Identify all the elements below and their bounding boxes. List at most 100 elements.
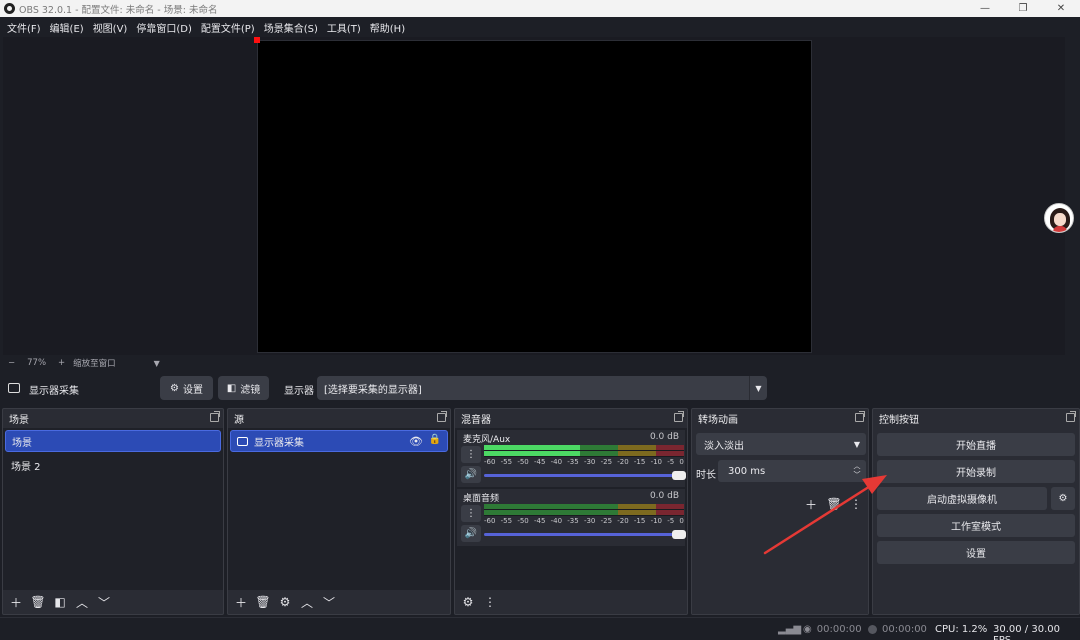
transitions-dock: 转场动画 淡入淡出 ▼ 时长 300 ms ︿ ﹀ ＋ 🗑 ⋮ [691, 408, 869, 615]
volume-slider-handle[interactable] [672, 471, 686, 480]
trash-icon[interactable]: 🗑 [29, 593, 47, 611]
record-dot-icon [868, 625, 877, 634]
kebab-menu-icon[interactable]: ⋮ [461, 446, 481, 463]
mixer-dock-title: 混音器 [461, 414, 491, 426]
lock-icon[interactable]: 🔒 [429, 434, 441, 445]
menu-view[interactable]: 视图(V) [90, 20, 134, 35]
start-virtual-camera-button[interactable]: 启动虚拟摄像机 [877, 487, 1047, 510]
window-title: OBS 32.0.1 - 配置文件: 未命名 - 场景: 未命名 [19, 4, 218, 16]
studio-mode-button[interactable]: 工作室模式 [877, 514, 1075, 537]
menu-docks[interactable]: 停靠窗口(D) [133, 20, 198, 35]
zoom-fit-label[interactable]: 缩放至窗口 [73, 357, 116, 369]
speaker-icon[interactable]: 🔊 [461, 466, 481, 483]
advanced-audio-icon[interactable]: ⚙ [459, 593, 477, 611]
duration-value: 300 ms [728, 465, 766, 477]
speaker-icon[interactable]: 🔊 [461, 525, 481, 542]
start-streaming-button[interactable]: 开始直播 [877, 433, 1075, 456]
scenes-dock: 场景 场景 场景 2 ＋ 🗑 ◧ ︿ ﹀ [2, 408, 224, 615]
menu-help[interactable]: 帮助(H) [367, 20, 411, 35]
volume-slider[interactable] [484, 530, 686, 539]
eye-icon[interactable]: 👁 [409, 435, 423, 448]
sources-dock-header: 源 [228, 409, 450, 427]
scene-item[interactable]: 场景 2 [5, 454, 221, 476]
scene-item-label: 场景 [12, 437, 32, 449]
menu-tools[interactable]: 工具(T) [324, 20, 367, 35]
display-select[interactable]: [选择要采集的显示器] ▼ [317, 376, 767, 400]
start-recording-label: 开始录制 [956, 468, 996, 479]
maximize-icon[interactable]: ❐ [1004, 0, 1042, 17]
sources-list: 显示器采集 👁 🔒 [228, 428, 450, 590]
scene-item-label: 场景 2 [11, 461, 41, 473]
controls-dock-title: 控制按钮 [879, 414, 919, 426]
mixer-channel-name: 麦克风/Aux [463, 435, 511, 445]
scene-item[interactable]: 场景 [5, 430, 221, 452]
trash-icon[interactable]: 🗑 [254, 593, 272, 611]
kebab-menu-icon[interactable]: ⋮ [461, 505, 481, 522]
undock-icon[interactable] [674, 411, 684, 422]
add-icon[interactable]: ＋ [7, 593, 25, 611]
move-down-icon[interactable]: ﹀ [95, 593, 113, 611]
spin-arrows-icon[interactable]: ︿ ﹀ [848, 460, 866, 482]
source-filters-button[interactable]: ◧ 滤镜 [218, 376, 269, 400]
menu-edit[interactable]: 编辑(E) [47, 20, 90, 35]
sources-dock-title: 源 [234, 414, 244, 426]
scene-filter-icon[interactable]: ◧ [51, 593, 69, 611]
move-down-icon[interactable]: ﹀ [320, 593, 338, 611]
source-settings-button[interactable]: ⚙ 设置 [160, 376, 213, 400]
move-up-icon[interactable]: ︿ [73, 593, 91, 611]
volume-meter [484, 504, 684, 516]
settings-button[interactable]: 设置 [877, 541, 1075, 564]
undock-icon[interactable] [855, 411, 865, 422]
start-recording-button[interactable]: 开始录制 [877, 460, 1075, 483]
undock-icon[interactable] [1066, 411, 1076, 422]
zoom-out-button[interactable]: − [8, 358, 15, 368]
mixer-channel: 麦克风/Aux 0.0 dB ⋮ -60 -55 -50 -45 -40 -35 -30… [457, 430, 686, 487]
menu-profile[interactable]: 配置文件(P) [198, 20, 261, 35]
virtual-camera-settings-button[interactable]: ⚙ [1051, 487, 1075, 510]
sources-dock: 源 显示器采集 👁 🔒 ＋ 🗑 ⚙ ︿ ﹀ [227, 408, 451, 615]
record-status: 00:00:00 [868, 624, 927, 635]
move-up-icon[interactable]: ︿ [298, 593, 316, 611]
kebab-menu-icon[interactable]: ⋮ [481, 593, 499, 611]
zoom-in-button[interactable]: + [58, 358, 65, 368]
preview-canvas[interactable] [257, 40, 812, 353]
mixer-body: 麦克风/Aux 0.0 dB ⋮ -60 -55 -50 -45 -40 -35 -30… [455, 428, 687, 590]
undock-icon[interactable] [437, 411, 447, 422]
trash-icon[interactable]: 🗑 [825, 495, 843, 513]
mixer-footer: ⚙ ⋮ [455, 590, 687, 614]
transitions-body: 淡入淡出 ▼ 时长 300 ms ︿ ﹀ ＋ 🗑 ⋮ [692, 428, 868, 614]
floating-avatar-icon[interactable] [1044, 203, 1074, 233]
zoom-value: 77% [27, 358, 47, 368]
add-icon[interactable]: ＋ [802, 495, 820, 513]
source-toolbar-name: 显示器采集 [29, 386, 79, 397]
volume-slider[interactable] [484, 471, 686, 480]
kebab-menu-icon[interactable]: ⋮ [847, 495, 865, 513]
menu-file[interactable]: 文件(F) [4, 20, 47, 35]
minimize-icon[interactable]: — [966, 0, 1004, 17]
undock-icon[interactable] [210, 411, 220, 422]
source-item[interactable]: 显示器采集 👁 🔒 [230, 430, 448, 452]
stream-time: 00:00:00 [816, 624, 862, 635]
source-toolbar: 显示器采集 ⚙ 设置 ◧ 滤镜 显示器 [选择要采集的显示器] ▼ [0, 374, 1080, 402]
cpu-usage: CPU: 1.2% [935, 624, 988, 635]
meter-ticks: -60 -55 -50 -45 -40 -35 -30 -25 -20 -15 -10 -5 0 [484, 458, 684, 466]
transitions-dock-title: 转场动画 [698, 414, 738, 426]
add-icon[interactable]: ＋ [232, 593, 250, 611]
duration-spinbox[interactable]: 300 ms ︿ ﹀ [718, 460, 866, 482]
gear-icon: ⚙ [1058, 493, 1068, 504]
studio-mode-label: 工作室模式 [951, 522, 1001, 533]
mixer-channel-db: 0.0 dB [649, 432, 679, 442]
transition-select[interactable]: 淡入淡出 ▼ [696, 433, 866, 455]
settings-label: 设置 [966, 549, 986, 560]
controls-body: 开始直播 开始录制 启动虚拟摄像机 ⚙ 工作室模式 设置 [873, 428, 1079, 614]
gear-icon[interactable]: ⚙ [276, 593, 294, 611]
start-virtual-camera-label: 启动虚拟摄像机 [927, 495, 997, 506]
transition-select-value: 淡入淡出 [704, 440, 744, 452]
menu-scene-collection[interactable]: 场景集合(S) [261, 20, 324, 35]
preview-corner-handle[interactable] [254, 37, 260, 43]
zoom-dropdown-icon[interactable]: ▼ [154, 359, 160, 368]
volume-slider-handle[interactable] [672, 530, 686, 539]
close-icon[interactable]: ✕ [1042, 0, 1080, 17]
mixer-dock-header: 混音器 [455, 409, 687, 427]
start-streaming-label: 开始直播 [956, 441, 996, 452]
